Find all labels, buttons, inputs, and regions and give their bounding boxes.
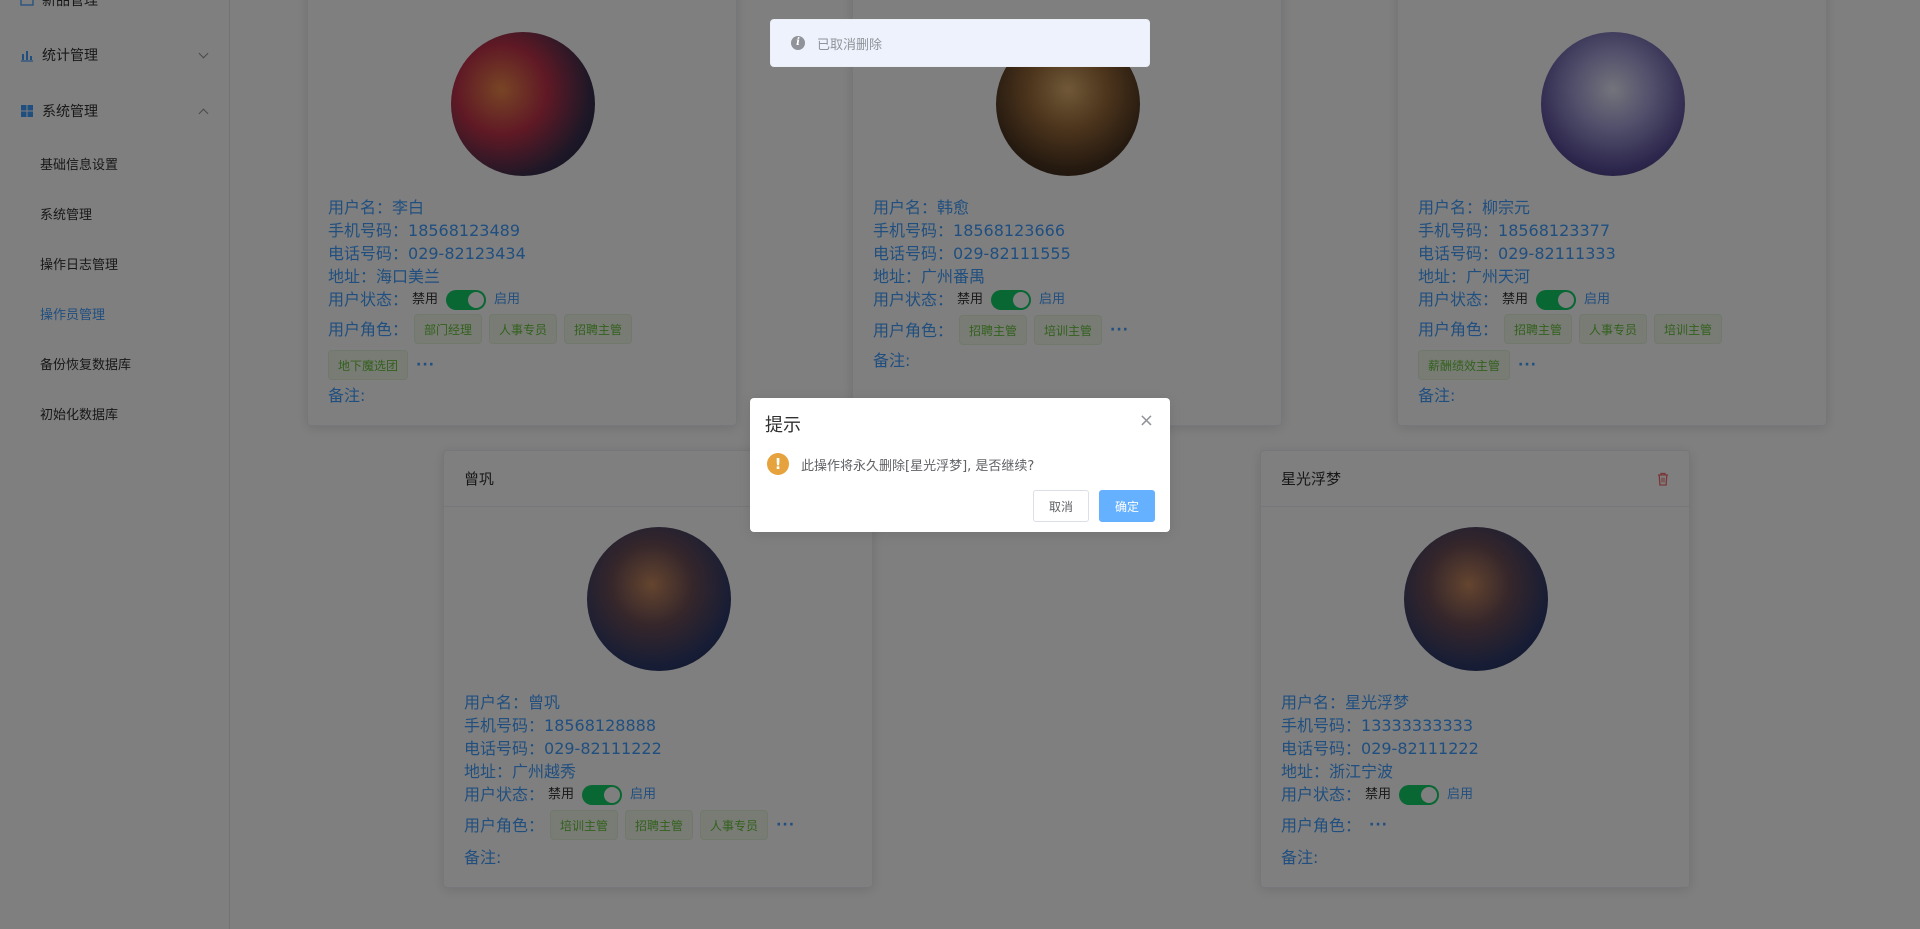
confirm-dialog: 提示 × ! 此操作将永久删除[星光浮梦], 是否继续? 取消 确定 — [750, 398, 1170, 532]
confirm-button[interactable]: 确定 — [1099, 490, 1155, 522]
dialog-message: 此操作将永久删除[星光浮梦], 是否继续? — [801, 458, 1035, 474]
toast-text: 已取消删除 — [817, 37, 883, 53]
cancel-button[interactable]: 取消 — [1033, 490, 1089, 522]
message-toast: i 已取消删除 — [770, 19, 1150, 67]
info-icon: i — [791, 36, 805, 50]
dialog-body: ! 此操作将永久删除[星光浮梦], 是否继续? — [767, 453, 1034, 475]
warning-icon: ! — [767, 453, 789, 475]
dialog-title: 提示 — [765, 415, 801, 436]
close-icon[interactable]: × — [1139, 410, 1154, 431]
